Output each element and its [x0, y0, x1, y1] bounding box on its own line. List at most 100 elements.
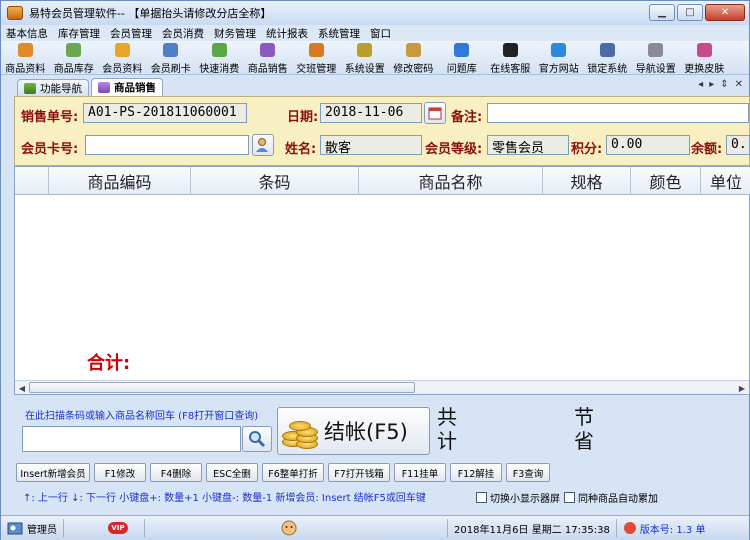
scroll-thumb[interactable]: [29, 382, 415, 393]
toolbar-button-0[interactable]: 商品资料: [1, 41, 50, 75]
toolbar-label: 在线客服: [490, 64, 531, 75]
scan-search-button[interactable]: [242, 426, 272, 452]
toolbar-button-10[interactable]: 在线客服: [486, 41, 535, 75]
balance-field[interactable]: 0.: [726, 135, 750, 155]
home-icon: [24, 82, 36, 94]
toolbar-button-11[interactable]: 官方网站: [535, 41, 584, 75]
toolbar: 商品资料 商品库存 会员资料 会员刷卡 快速消费 商品销售 交班管理 系统设置 修改密码 问题库 在…: [1, 41, 749, 75]
toolbar-button-6[interactable]: 交班管理: [292, 41, 341, 75]
order-no-label: 销售单号:: [21, 110, 79, 125]
toolbar-button-2[interactable]: 会员资料: [98, 41, 147, 75]
grid-column-header[interactable]: 颜色: [631, 167, 701, 195]
edit-button[interactable]: F1修改: [94, 463, 146, 482]
faq-icon: [454, 43, 470, 57]
name-field[interactable]: 散客: [320, 135, 422, 155]
sale-icon: [98, 82, 110, 93]
auto-merge-checkbox[interactable]: 同种商品自动累加: [564, 490, 658, 505]
card-swipe-icon: [163, 43, 179, 57]
points-field[interactable]: 0.00: [606, 135, 690, 155]
toolbar-button-5[interactable]: 商品销售: [244, 41, 293, 75]
date-field[interactable]: 2018-11-06: [320, 103, 422, 123]
grid-header: 商品编码 条码 商品名称 规格 颜色 单位: [15, 167, 750, 195]
discount-button[interactable]: F6整单打折: [262, 463, 324, 482]
settings-icon: [357, 43, 373, 57]
tab-label: 功能导航: [40, 82, 82, 95]
checkbox-box[interactable]: [564, 492, 575, 503]
toolbar-button-7[interactable]: 系统设置: [341, 41, 390, 75]
grid-column-header[interactable]: 商品名称: [359, 167, 543, 195]
menu-system[interactable]: 系统管理: [313, 26, 365, 41]
toolbar-button-9[interactable]: 问题库: [438, 41, 487, 75]
tab-function-nav[interactable]: 功能导航: [17, 79, 89, 96]
toolbar-button-12[interactable]: 锁定系统: [583, 41, 632, 75]
add-member-button[interactable]: Insert新增会员: [16, 463, 90, 482]
delete-all-button[interactable]: ESC全删: [206, 463, 258, 482]
checkbox-label: 同种商品自动累加: [578, 494, 658, 505]
date-picker-button[interactable]: [424, 102, 446, 124]
horizontal-scrollbar[interactable]: ◀ ▶: [15, 380, 749, 394]
close-button[interactable]: ✕: [705, 4, 745, 21]
main-window: 易特会员管理软件-- 【单据抬头请修改分店全称】 ▁ □ ✕ 基本信息 库存管理…: [0, 0, 750, 540]
face-icon: [281, 520, 297, 536]
app-logo-icon: [7, 6, 23, 20]
close-icon: ✕: [720, 7, 730, 18]
keyboard-hints: ↑: 上一行 ↓: 下一行 小键盘+: 数量+1 小键盘-: 数量-1 新增会员…: [23, 493, 426, 504]
coins-icon: [280, 411, 320, 451]
product-info-icon: [17, 43, 33, 57]
total-label: 合计:: [87, 353, 131, 374]
maximize-button[interactable]: □: [677, 4, 703, 21]
menu-inventory[interactable]: 库存管理: [53, 26, 105, 41]
toolbar-button-14[interactable]: 更换皮肤: [680, 41, 729, 75]
grid-column-header[interactable]: 规格: [543, 167, 631, 195]
order-no-field[interactable]: A01-PS-201811060001: [83, 103, 247, 123]
menu-window[interactable]: 窗口: [365, 26, 396, 41]
menu-finance[interactable]: 财务管理: [209, 26, 261, 41]
grid-column-header[interactable]: [15, 167, 49, 195]
open-cash-drawer-button[interactable]: F7打开钱箱: [328, 463, 390, 482]
member-search-button[interactable]: [252, 134, 274, 156]
ie-icon: [551, 43, 567, 57]
resume-order-button[interactable]: F12解挂: [450, 463, 502, 482]
minimize-button[interactable]: ▁: [649, 4, 675, 21]
toolbar-label: 商品库存: [53, 64, 94, 75]
query-button[interactable]: F3查询: [506, 463, 550, 482]
scan-input[interactable]: [22, 426, 241, 452]
toolbar-label: 交班管理: [296, 64, 337, 75]
sale-items-grid[interactable]: 商品编码 条码 商品名称 规格 颜色 单位 合计: ◀ ▶: [14, 166, 750, 395]
hold-order-button[interactable]: F11挂单: [394, 463, 446, 482]
toolbar-button-3[interactable]: 会员刷卡: [147, 41, 196, 75]
card-input[interactable]: [85, 135, 249, 155]
grid-column-header[interactable]: 条码: [191, 167, 359, 195]
small-display-checkbox[interactable]: 切换小显示器屏: [476, 490, 560, 505]
remark-label: 备注:: [451, 110, 483, 125]
toolbar-label: 系统设置: [344, 64, 385, 75]
scan-hint: 在此扫描条码或输入商品名称回车 (F8打开窗口查询): [25, 411, 259, 422]
scroll-left-icon[interactable]: ◀: [16, 382, 28, 394]
toolbar-button-1[interactable]: 商品库存: [50, 41, 99, 75]
scroll-right-icon[interactable]: ▶: [736, 382, 748, 394]
level-field[interactable]: 零售会员: [487, 135, 569, 155]
delete-button[interactable]: F4删除: [150, 463, 202, 482]
menu-reports[interactable]: 统计报表: [261, 26, 313, 41]
grid-column-header[interactable]: 单位: [701, 167, 750, 195]
tab-close-icon[interactable]: ✕: [735, 79, 743, 90]
status-datetime: 2018年11月6日 星期二 17:35:38: [454, 524, 610, 536]
tab-nav: ◂ ▸ ⇕ ✕: [698, 79, 743, 90]
shift-icon: [308, 43, 324, 57]
grid-column-header[interactable]: 商品编码: [49, 167, 191, 195]
menu-consume[interactable]: 会员消费: [157, 26, 209, 41]
tab-product-sale[interactable]: 商品销售: [91, 78, 163, 96]
toolbar-button-4[interactable]: 快速消费: [195, 41, 244, 75]
toolbar-button-8[interactable]: 修改密码: [389, 41, 438, 75]
toolbar-button-13[interactable]: 导航设置: [632, 41, 681, 75]
menu-member[interactable]: 会员管理: [105, 26, 157, 41]
checkout-button[interactable]: 结帐(F5): [277, 407, 430, 455]
checkbox-box[interactable]: [476, 492, 487, 503]
tab-prev-icon[interactable]: ◂: [698, 79, 703, 90]
tab-pin-icon[interactable]: ⇕: [720, 79, 728, 90]
tab-label: 商品销售: [114, 82, 156, 94]
menu-basic-info[interactable]: 基本信息: [1, 26, 53, 41]
tab-next-icon[interactable]: ▸: [709, 79, 714, 90]
remark-input[interactable]: [487, 103, 749, 123]
toolbar-label: 锁定系统: [587, 64, 628, 75]
